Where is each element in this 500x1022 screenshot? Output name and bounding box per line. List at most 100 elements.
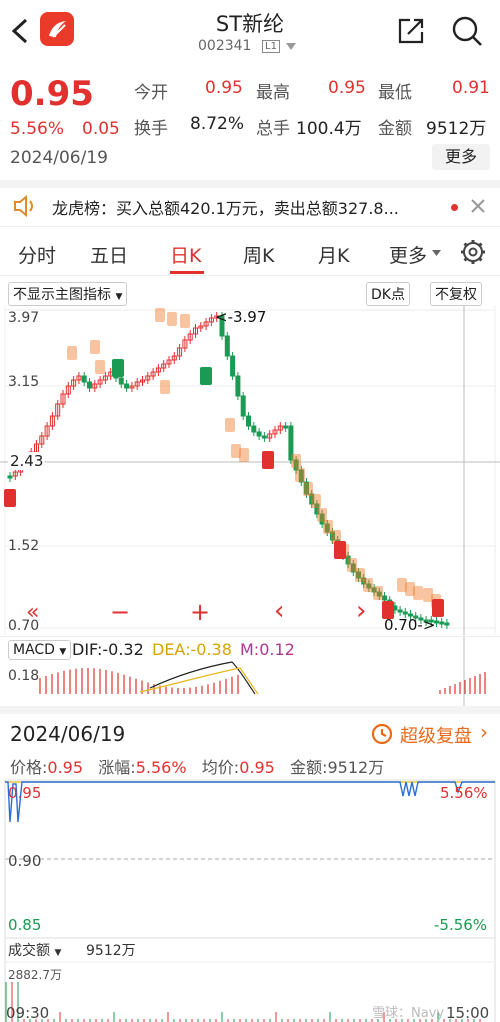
signal-badge	[160, 380, 170, 394]
share-icon[interactable]	[396, 16, 426, 46]
high-label: 最高	[256, 83, 290, 103]
low-label: 最低	[378, 83, 412, 103]
min-price-value: 0.70	[384, 616, 418, 634]
news-text[interactable]: 龙虎榜：买入总额420.1万元，卖出总额327.8...	[52, 195, 399, 219]
signal-badge	[413, 586, 423, 600]
signal-badge	[167, 312, 177, 326]
zoom-in-button[interactable]: +	[190, 598, 210, 626]
change-percent: 5.56%	[10, 119, 65, 139]
signal-badge-nine	[4, 489, 16, 507]
macd-plot	[39, 661, 486, 695]
period-tabs: 分时 五日 日K 周K 月K 更多	[0, 226, 500, 276]
volume-select-label: 成交额	[8, 943, 50, 959]
y-tick-1: 3.15	[8, 374, 40, 390]
signal-badge-nine	[432, 599, 444, 617]
signal-badge	[239, 448, 249, 462]
low-value: 0.91	[452, 78, 490, 98]
turnover-value: 8.72%	[190, 114, 245, 134]
amount-value: 9512万	[426, 119, 487, 139]
signal-badge	[67, 346, 77, 360]
signal-badge	[311, 494, 321, 508]
volume-select[interactable]: 成交额 ▼	[8, 940, 61, 960]
gear-icon[interactable]	[460, 239, 486, 265]
signal-badge-nine	[112, 359, 124, 377]
pan-left-button[interactable]: ‹	[274, 596, 284, 626]
chevron-right-icon[interactable]: ›	[480, 720, 488, 744]
unread-dot	[451, 204, 458, 211]
quote-panel: 0.95 5.56% 0.05 2024/06/19 今开 0.95 最高 0.…	[0, 64, 500, 176]
max-price-label: <-3.97	[215, 308, 267, 326]
macd-divider	[0, 636, 500, 637]
more-button[interactable]: 更多	[432, 144, 490, 170]
signal-badge	[373, 586, 383, 600]
y-left-bottom: 0.85	[8, 916, 42, 934]
watermark: 雪球：Navy	[372, 1006, 445, 1021]
open-value: 0.95	[205, 78, 243, 98]
close-icon[interactable]	[470, 198, 486, 214]
signal-badge	[90, 340, 100, 354]
dropdown-icon[interactable]	[286, 43, 296, 51]
turnover-label: 换手	[134, 119, 168, 139]
time-start: 09:30	[6, 1004, 50, 1022]
super-replay-button[interactable]: 超级复盘	[400, 722, 472, 748]
volume-label: 总手	[256, 119, 290, 139]
change-amount: 0.05	[82, 119, 120, 139]
signal-badge	[95, 360, 105, 374]
news-banner[interactable]: 龙虎榜：买入总额420.1万元，卖出总额327.8...	[0, 180, 500, 220]
zoom-left-button[interactable]: «	[26, 600, 39, 625]
speaker-icon	[14, 194, 33, 218]
volume-tick: 2882.7万	[8, 968, 62, 982]
level-badge: L1	[262, 40, 280, 53]
max-price-value: 3.97	[232, 308, 267, 326]
pan-right-button[interactable]: ›	[356, 596, 366, 626]
header-bar: ST新纶 002341 L1	[0, 0, 500, 64]
tab-fenshi[interactable]: 分时	[18, 241, 56, 268]
y-right-top: 5.56%	[440, 784, 488, 802]
active-tab-indicator	[170, 271, 204, 274]
tab-week-k[interactable]: 周K	[243, 241, 274, 268]
kline-chart[interactable]: 不显示主图指标 ▼ DK点 不复权 3.97 3.15 2.43 1.52 0.…	[0, 276, 500, 706]
y-right-bottom: -5.56%	[434, 916, 488, 934]
quote-date: 2024/06/19	[10, 148, 108, 168]
signal-badge-nine	[200, 367, 212, 385]
price-line	[5, 781, 495, 823]
tab-month-k[interactable]: 月K	[318, 241, 349, 268]
y-tick-2: 2.43	[8, 452, 46, 470]
tab-more[interactable]: 更多	[389, 241, 427, 268]
signal-badge	[317, 508, 327, 522]
zoom-out-button[interactable]: −	[110, 598, 130, 626]
volume-value: 100.4万	[296, 119, 362, 139]
signal-badge	[295, 468, 305, 482]
intraday-panel: 2024/06/19 超级复盘 › 价格:0.95 涨幅:5.56% 均价:0.…	[0, 706, 500, 1022]
tab-day-k[interactable]: 日K	[170, 241, 201, 268]
more-dropdown-icon[interactable]	[432, 250, 441, 257]
signal-badge	[180, 314, 190, 328]
signal-badges	[4, 308, 444, 619]
signal-badge	[291, 454, 301, 468]
signal-badge	[225, 418, 235, 432]
high-value: 0.95	[328, 78, 366, 98]
y-left-mid: 0.90	[8, 852, 42, 870]
search-icon[interactable]	[450, 14, 484, 48]
time-end: 15:00	[446, 1004, 490, 1022]
signal-badge	[363, 578, 373, 592]
y-tick-0: 3.97	[8, 310, 40, 326]
min-price-label: 0.70->	[384, 616, 436, 634]
open-label: 今开	[134, 83, 168, 103]
intraday-date: 2024/06/19	[10, 722, 126, 746]
macd-histogram	[39, 668, 486, 694]
current-price: 0.95	[10, 74, 94, 114]
y-tick-3: 1.52	[8, 538, 40, 554]
volume-value: 9512万	[86, 943, 136, 959]
signal-badge	[303, 482, 313, 496]
volume-dropdown-icon: ▼	[54, 948, 62, 958]
signal-badge-nine	[262, 451, 274, 469]
replay-clock-icon[interactable]	[370, 722, 394, 746]
intraday-plot	[4, 779, 496, 1022]
y-left-top: 0.95	[8, 784, 42, 802]
signal-badge-nine	[334, 541, 346, 559]
stock-code: 002341	[198, 38, 252, 54]
amount-label: 金额	[378, 119, 412, 139]
signal-badge	[155, 308, 165, 322]
tab-five-day[interactable]: 五日	[90, 241, 128, 268]
